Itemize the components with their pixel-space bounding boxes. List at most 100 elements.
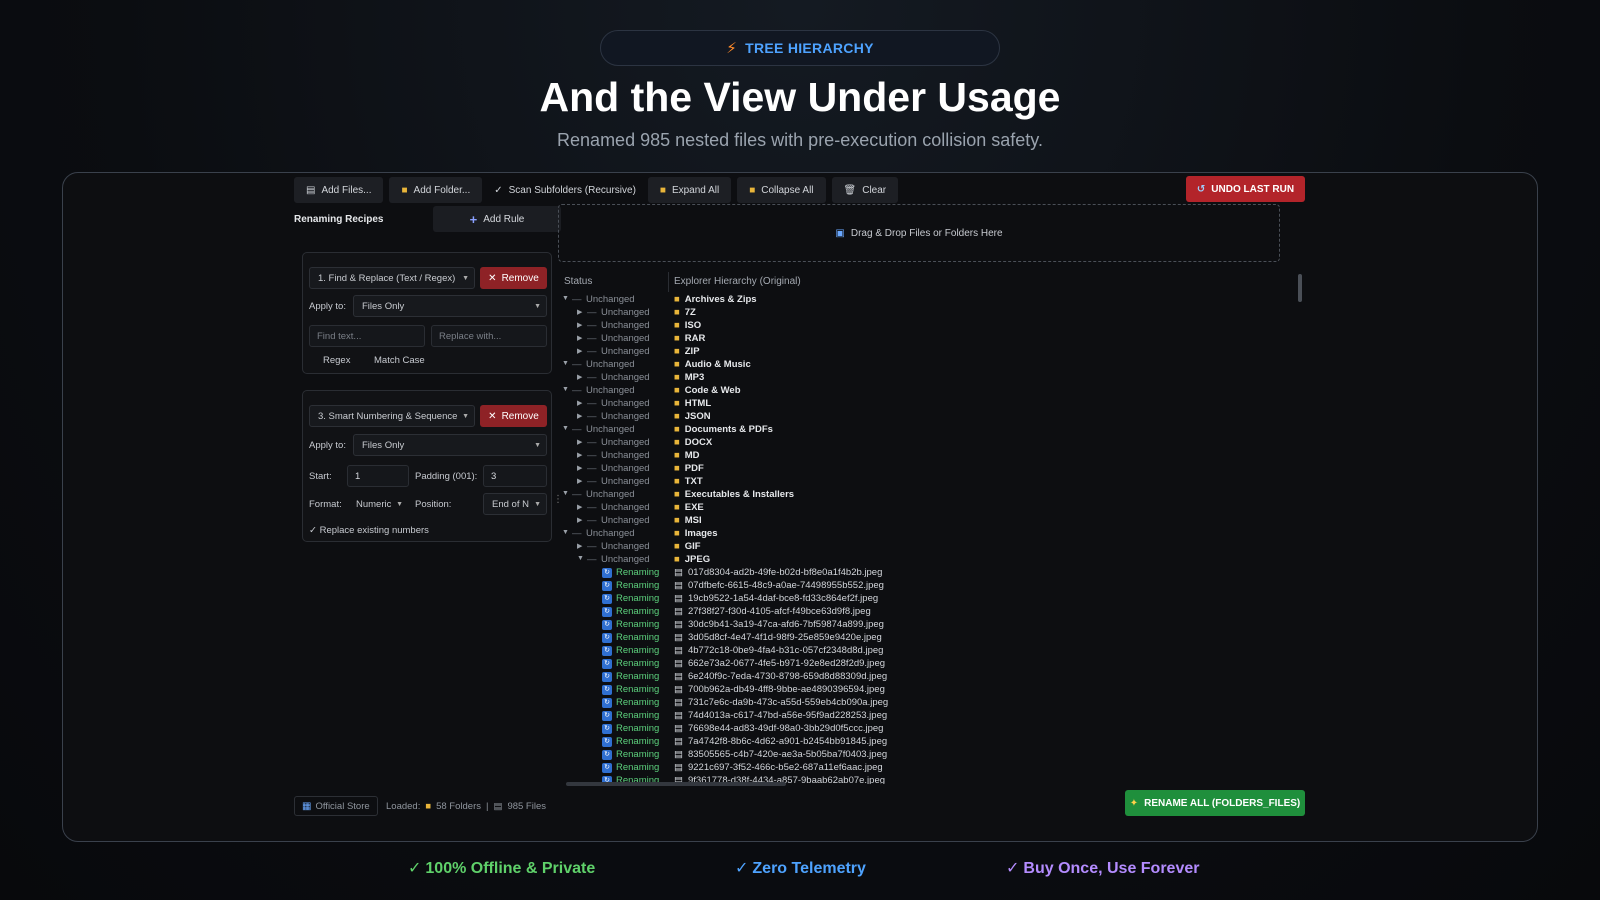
tree-file-row[interactable]: ↻ Renaming ▤ 76698e44-ad83-49df-98a0-3bb29d… xyxy=(558,723,1280,736)
tree-folder-row[interactable]: ▶ — Unchanged ■ DOCX xyxy=(558,437,1280,450)
tree-file-row[interactable]: ↻ Renaming ▤ 07dfbefc-6615-48c9-a0ae-744989… xyxy=(558,580,1280,593)
chevron-down-icon[interactable]: ▼ xyxy=(577,555,584,562)
tree-folder-row[interactable]: ▶ — Unchanged ■ MP3 xyxy=(558,372,1280,385)
match-case-checkbox[interactable]: Match Case xyxy=(374,355,425,366)
tree-folder-row[interactable]: ▼ — Unchanged ■ Audio & Music xyxy=(558,359,1280,372)
drop-zone[interactable]: ▣ Drag & Drop Files or Folders Here xyxy=(558,204,1280,262)
scan-subfolders-checkbox[interactable]: ✓ Scan Subfolders (Recursive) xyxy=(488,177,642,203)
tree-folder-row[interactable]: ▶ — Unchanged ■ ISO xyxy=(558,320,1280,333)
chevron-down-icon[interactable]: ▼ xyxy=(562,386,569,393)
tree-folder-row[interactable]: ▼ — Unchanged ■ Archives & Zips xyxy=(558,294,1280,307)
tree-file-row[interactable]: ↻ Renaming ▤ 700b962a-db49-4ff8-9bbe-ae4890… xyxy=(558,684,1280,697)
file-icon: ▤ xyxy=(674,671,683,682)
tree-folder-row[interactable]: ▶ — Unchanged ■ RAR xyxy=(558,333,1280,346)
tree-folder-row[interactable]: ▶ — Unchanged ■ MD xyxy=(558,450,1280,463)
chevron-right-icon[interactable]: ▶ xyxy=(577,464,582,472)
column-header-hierarchy[interactable]: Explorer Hierarchy (Original) xyxy=(674,276,801,287)
position-select[interactable]: End of N ▼ xyxy=(483,493,547,515)
column-header-status[interactable]: Status xyxy=(564,276,592,287)
tree-file-row[interactable]: ↻ Renaming ▤ 731c7e6c-da9b-473c-a55d-559eb4… xyxy=(558,697,1280,710)
chevron-right-icon[interactable]: ▶ xyxy=(577,334,582,342)
tree-item-label: JSON xyxy=(684,411,711,422)
tree-folder-row[interactable]: ▼ — Unchanged ■ Code & Web xyxy=(558,385,1280,398)
scrollbar-thumb[interactable] xyxy=(1298,274,1302,302)
chevron-right-icon[interactable]: ▶ xyxy=(577,347,582,355)
tree-folder-row[interactable]: ▼ — Unchanged ■ JPEG xyxy=(558,554,1280,567)
tree-folder-row[interactable]: ▶ — Unchanged ■ EXE xyxy=(558,502,1280,515)
apply-to-select[interactable]: Files Only ▼ xyxy=(353,434,547,456)
tree-folder-row[interactable]: ▶ — Unchanged ■ PDF xyxy=(558,463,1280,476)
chevron-right-icon[interactable]: ▶ xyxy=(577,516,582,524)
regex-checkbox[interactable]: Regex xyxy=(323,355,350,366)
padding-input[interactable]: 3 xyxy=(483,465,547,487)
apply-to-select[interactable]: Files Only ▼ xyxy=(353,295,547,317)
tree-item-label: 07dfbefc-6615-48c9-a0ae-74498955b552.jpe… xyxy=(687,580,884,591)
expand-all-button[interactable]: ■ Expand All xyxy=(647,177,732,203)
column-divider[interactable] xyxy=(668,272,669,292)
chevron-right-icon[interactable]: ▶ xyxy=(577,321,582,329)
dash-icon: — xyxy=(587,372,597,383)
horizontal-scrollbar[interactable] xyxy=(558,780,1280,788)
chevron-right-icon[interactable]: ▶ xyxy=(577,503,582,511)
chevron-down-icon[interactable]: ▼ xyxy=(562,360,569,367)
tree-folder-row[interactable]: ▶ — Unchanged ■ JSON xyxy=(558,411,1280,424)
tree-file-row[interactable]: ↻ Renaming ▤ 6e240f9c-7eda-4730-8798-659d8d… xyxy=(558,671,1280,684)
tree-folder-row[interactable]: ▶ — Unchanged ■ TXT xyxy=(558,476,1280,489)
tree-file-row[interactable]: ↻ Renaming ▤ 662e73a2-0677-4fe5-b971-92e8ed… xyxy=(558,658,1280,671)
tree-file-row[interactable]: ↻ Renaming ▤ 4b772c18-0be9-4fa4-b31c-057cf2… xyxy=(558,645,1280,658)
status-text: Unchanged xyxy=(586,489,635,500)
undo-last-run-button[interactable]: ↺ UNDO LAST RUN xyxy=(1186,176,1305,202)
rename-all-button[interactable]: ✦ RENAME ALL (FOLDERS_FILES) xyxy=(1125,790,1305,816)
tree-file-row[interactable]: ↻ Renaming ▤ 74d4013a-c617-47bd-a56e-95f9ad… xyxy=(558,710,1280,723)
chevron-down-icon[interactable]: ▼ xyxy=(562,529,569,536)
tree-folder-row[interactable]: ▶ — Unchanged ■ MSI xyxy=(558,515,1280,528)
collapse-all-button[interactable]: ■ Collapse All xyxy=(737,177,826,203)
chevron-down-icon[interactable]: ▼ xyxy=(562,425,569,432)
tree-folder-row[interactable]: ▶ — Unchanged ■ 7Z xyxy=(558,307,1280,320)
add-folder-button[interactable]: ■ Add Folder... xyxy=(389,177,483,203)
format-select[interactable]: Numeric ▼ xyxy=(347,493,409,515)
tree-item-name: ▤ 3d05d8cf-4e47-4f1d-98f9-25e859e9420e.jp… xyxy=(674,632,882,643)
tree-folder-row[interactable]: ▶ — Unchanged ■ GIF xyxy=(558,541,1280,554)
tree-file-row[interactable]: ↻ Renaming ▤ 30dc9b41-3a19-47ca-afd6-7bf598… xyxy=(558,619,1280,632)
tree-folder-row[interactable]: ▼ — Unchanged ■ Documents & PDFs xyxy=(558,424,1280,437)
chevron-right-icon[interactable]: ▶ xyxy=(577,308,582,316)
official-store-button[interactable]: ▦ Official Store xyxy=(294,796,378,816)
tree-file-row[interactable]: ↻ Renaming ▤ 83505565-c4b7-420e-ae3a-5b05ba… xyxy=(558,749,1280,762)
tree-file-row[interactable]: ↻ Renaming ▤ 017d8304-ad2b-49fe-b02d-bf8e0a… xyxy=(558,567,1280,580)
remove-rule-button[interactable]: ✕ Remove xyxy=(480,267,547,289)
vertical-scrollbar[interactable] xyxy=(1297,268,1305,788)
chevron-down-icon[interactable]: ▼ xyxy=(562,490,569,497)
remove-rule-button[interactable]: ✕ Remove xyxy=(480,405,547,427)
clear-button[interactable]: 🗑 Clear xyxy=(831,177,899,203)
tree-item-label: Audio & Music xyxy=(684,359,751,370)
chevron-right-icon[interactable]: ▶ xyxy=(577,477,582,485)
find-text-input[interactable]: Find text... xyxy=(309,325,425,347)
add-files-button[interactable]: ▤ Add Files... xyxy=(294,177,384,203)
add-rule-button[interactable]: + Add Rule xyxy=(433,206,561,232)
tree-file-row[interactable]: ↻ Renaming ▤ 27f38f27-f30d-4105-afcf-f49bce… xyxy=(558,606,1280,619)
chevron-right-icon[interactable]: ▶ xyxy=(577,438,582,446)
chevron-right-icon[interactable]: ▶ xyxy=(577,451,582,459)
scrollbar-thumb[interactable] xyxy=(566,782,786,786)
file-icon: ▤ xyxy=(674,658,683,669)
folder-icon: ■ xyxy=(674,450,680,461)
chevron-down-icon[interactable]: ▼ xyxy=(562,295,569,302)
chevron-right-icon[interactable]: ▶ xyxy=(577,373,582,381)
replace-with-input[interactable]: Replace with... xyxy=(431,325,547,347)
tree-folder-row[interactable]: ▶ — Unchanged ■ ZIP xyxy=(558,346,1280,359)
tree-folder-row[interactable]: ▼ — Unchanged ■ Images xyxy=(558,528,1280,541)
replace-existing-checkbox[interactable]: ✓ Replace existing numbers xyxy=(309,525,429,536)
chevron-right-icon[interactable]: ▶ xyxy=(577,542,582,550)
rule-type-select[interactable]: 3. Smart Numbering & Sequence ▼ xyxy=(309,405,475,427)
tree-file-row[interactable]: ↻ Renaming ▤ 9221c697-3f52-466c-b5e2-687a11… xyxy=(558,762,1280,775)
rule-type-select[interactable]: 1. Find & Replace (Text / Regex) ▼ xyxy=(309,267,475,289)
tree-folder-row[interactable]: ▶ — Unchanged ■ HTML xyxy=(558,398,1280,411)
tree-folder-row[interactable]: ▼ — Unchanged ■ Executables & Installers xyxy=(558,489,1280,502)
tree-file-row[interactable]: ↻ Renaming ▤ 19cb9522-1a54-4daf-bce8-fd33c8… xyxy=(558,593,1280,606)
tree-file-row[interactable]: ↻ Renaming ▤ 7a4742f8-8b6c-4d62-a901-b2454b… xyxy=(558,736,1280,749)
chevron-right-icon[interactable]: ▶ xyxy=(577,412,582,420)
start-input[interactable]: 1 xyxy=(347,465,409,487)
chevron-right-icon[interactable]: ▶ xyxy=(577,399,582,407)
tree-file-row[interactable]: ↻ Renaming ▤ 3d05d8cf-4e47-4f1d-98f9-25e859… xyxy=(558,632,1280,645)
